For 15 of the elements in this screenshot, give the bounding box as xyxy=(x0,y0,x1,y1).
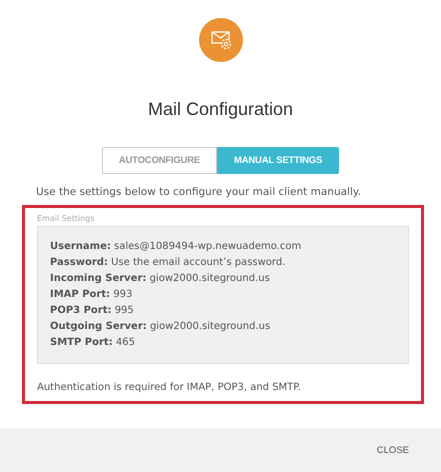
instructions-text: Use the settings below to configure your mail client manually. xyxy=(36,186,362,198)
settings-tab[interactable]: MANUAL SETTINGS xyxy=(217,147,340,174)
section-legend: Email Settings xyxy=(37,214,409,223)
setting-line: Incoming Server: giow2000.siteground.us xyxy=(50,272,271,286)
setting-line: Password: Use the email account’s password. xyxy=(50,256,286,270)
close-button[interactable]: CLOSE xyxy=(368,438,417,462)
setting-line: Username: sales@1089494-wp.newuademo.com xyxy=(50,240,302,254)
setting-line: SMTP Port: 465 xyxy=(50,336,136,350)
setting-line: IMAP Port: 993 xyxy=(50,288,134,302)
dialog-title: Mail Configuration xyxy=(148,98,294,120)
setting-line: Outgoing Server: giow2000.siteground.us xyxy=(50,320,272,334)
setting-line: POP3 Port: 995 xyxy=(50,304,135,318)
mail-settings-icon xyxy=(198,18,242,62)
authentication-note: Authentication is required for IMAP, POP3, and SMTP. xyxy=(37,382,302,393)
settings-tab[interactable]: AUTOCONFIGURE xyxy=(102,147,217,174)
